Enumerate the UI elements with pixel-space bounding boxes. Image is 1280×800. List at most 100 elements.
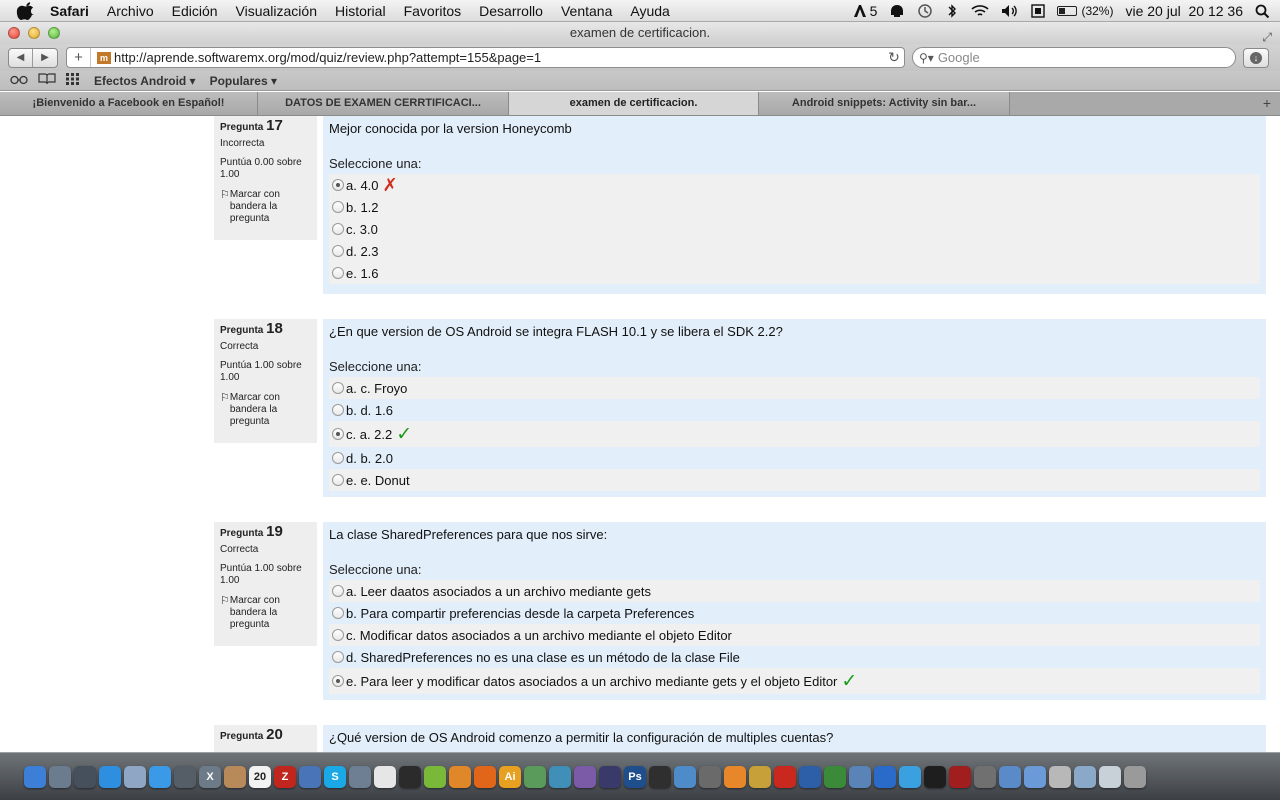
minimize-window-button[interactable]: [28, 27, 40, 39]
tool-icon[interactable]: [699, 765, 721, 788]
pen-icon[interactable]: [999, 765, 1021, 788]
radio-button[interactable]: [332, 428, 344, 440]
apple-menu-icon[interactable]: [16, 1, 36, 20]
adobe-status-icon[interactable]: 5: [853, 3, 877, 19]
system-icon[interactable]: [549, 765, 571, 788]
growl-icon[interactable]: [889, 3, 905, 19]
facetime-icon[interactable]: [174, 765, 196, 788]
adium-icon[interactable]: [524, 765, 546, 788]
answer-option[interactable]: e. 1.6: [329, 262, 1260, 284]
mission-control-icon[interactable]: [74, 765, 96, 788]
radio-button[interactable]: [332, 629, 344, 641]
textedit-icon[interactable]: [374, 765, 396, 788]
filezilla-icon[interactable]: Z: [274, 765, 296, 788]
settings-icon[interactable]: [974, 765, 996, 788]
bookmark-efectos-android[interactable]: Efectos Android ▾: [94, 74, 196, 88]
radio-button[interactable]: [332, 607, 344, 619]
answer-option[interactable]: b. Para compartir preferencias desde la …: [329, 602, 1260, 624]
firefox-icon[interactable]: [474, 765, 496, 788]
forward-button[interactable]: ▶: [33, 49, 57, 67]
answer-option[interactable]: d. 2.3: [329, 240, 1260, 262]
wifi-icon[interactable]: [971, 3, 989, 19]
answer-option[interactable]: c. 3.0: [329, 218, 1260, 240]
add-bookmark-icon[interactable]: +: [67, 48, 91, 67]
photo-icon[interactable]: [574, 765, 596, 788]
radio-button[interactable]: [332, 675, 344, 687]
reading-list-icon[interactable]: [10, 74, 28, 88]
radio-button[interactable]: [332, 452, 344, 464]
terminal-icon[interactable]: [399, 765, 421, 788]
x11-icon[interactable]: X: [199, 765, 221, 788]
menu-app-name[interactable]: Safari: [50, 3, 89, 19]
safari-icon[interactable]: [149, 765, 171, 788]
bookmarks-book-icon[interactable]: [38, 73, 56, 88]
flag-question-link[interactable]: ⚐ Marcar con bandera la pregunta: [220, 392, 311, 428]
menu-historial[interactable]: Historial: [335, 3, 386, 19]
search-field[interactable]: ⚲▾ Google: [912, 47, 1236, 68]
utility-icon[interactable]: [849, 765, 871, 788]
radio-button[interactable]: [332, 651, 344, 663]
documents-icon[interactable]: [1099, 765, 1121, 788]
answer-option[interactable]: b. 1.2: [329, 196, 1260, 218]
flag-question-link[interactable]: ⚐ Marcar con bandera la pregunta: [220, 189, 311, 225]
radio-button[interactable]: [332, 404, 344, 416]
time-machine-icon[interactable]: [917, 3, 933, 19]
radio-button[interactable]: [332, 474, 344, 486]
globe-icon[interactable]: [799, 765, 821, 788]
twitter-icon[interactable]: [899, 765, 921, 788]
back-button[interactable]: ◀: [9, 48, 33, 67]
bookmark-populares[interactable]: Populares ▾: [210, 74, 277, 88]
books-icon[interactable]: [949, 765, 971, 788]
app-store-icon[interactable]: [99, 765, 121, 788]
zoom-window-button[interactable]: [48, 27, 60, 39]
illustrator-icon[interactable]: Ai: [499, 765, 521, 788]
url-text[interactable]: http://aprende.softwaremx.org/mod/quiz/r…: [114, 50, 884, 65]
answer-option[interactable]: d. SharedPreferences no es una clase es …: [329, 646, 1260, 668]
preview-icon[interactable]: [124, 765, 146, 788]
itunes-icon[interactable]: [874, 765, 896, 788]
answer-option[interactable]: c. Modificar datos asociados a un archiv…: [329, 624, 1260, 646]
flag-question-link[interactable]: ⚐ Marcar con bandera la pregunta: [220, 595, 311, 631]
top-sites-grid-icon[interactable]: [66, 73, 80, 88]
tab-android-snippets[interactable]: Android snippets: Activity sin bar...: [759, 92, 1010, 115]
answer-option[interactable]: a. 4.0 ✗: [329, 174, 1260, 196]
vlc-icon[interactable]: [724, 765, 746, 788]
radio-button[interactable]: [332, 267, 344, 279]
answer-option[interactable]: a. c. Froyo: [329, 377, 1260, 399]
menu-edicion[interactable]: Edición: [172, 3, 218, 19]
spotlight-icon[interactable]: [1255, 3, 1270, 19]
radio-button[interactable]: [332, 179, 344, 191]
cube-icon[interactable]: [674, 765, 696, 788]
blender-icon[interactable]: [449, 765, 471, 788]
menu-desarrollo[interactable]: Desarrollo: [479, 3, 543, 19]
eclipse-icon[interactable]: [599, 765, 621, 788]
answer-option[interactable]: a. Leer daatos asociados a un archivo me…: [329, 580, 1260, 602]
launchpad-icon[interactable]: [49, 765, 71, 788]
answer-option[interactable]: c. a. 2.2 ✓: [329, 421, 1260, 447]
tab-examen-certificacion[interactable]: examen de certificacion.: [509, 92, 759, 115]
finder-icon[interactable]: [24, 765, 46, 788]
battery-status[interactable]: (32%): [1057, 4, 1113, 18]
bluetooth-icon[interactable]: [945, 3, 959, 19]
xcode-icon[interactable]: [349, 765, 371, 788]
downloads-icon[interactable]: [1074, 765, 1096, 788]
radio-button[interactable]: [332, 382, 344, 394]
photoshop-icon[interactable]: Ps: [624, 765, 646, 788]
answer-option[interactable]: b. d. 1.6: [329, 399, 1260, 421]
printer-icon[interactable]: [1049, 765, 1071, 788]
close-window-button[interactable]: [8, 27, 20, 39]
contacts-icon[interactable]: [224, 765, 246, 788]
menu-archivo[interactable]: Archivo: [107, 3, 154, 19]
answer-option[interactable]: e. e. Donut: [329, 469, 1260, 491]
folder-icon[interactable]: [1024, 765, 1046, 788]
radio-button[interactable]: [332, 585, 344, 597]
trash-icon[interactable]: [1124, 765, 1146, 788]
menu-clock[interactable]: vie 20 jul 20 12 36: [1125, 3, 1243, 19]
volume-icon[interactable]: [1001, 3, 1019, 19]
new-tab-button[interactable]: +: [1254, 92, 1280, 115]
console-icon[interactable]: [924, 765, 946, 788]
radio-button[interactable]: [332, 245, 344, 257]
radio-button[interactable]: [332, 223, 344, 235]
address-bar[interactable]: + m http://aprende.softwaremx.org/mod/qu…: [66, 47, 905, 68]
menu-ventana[interactable]: Ventana: [561, 3, 612, 19]
